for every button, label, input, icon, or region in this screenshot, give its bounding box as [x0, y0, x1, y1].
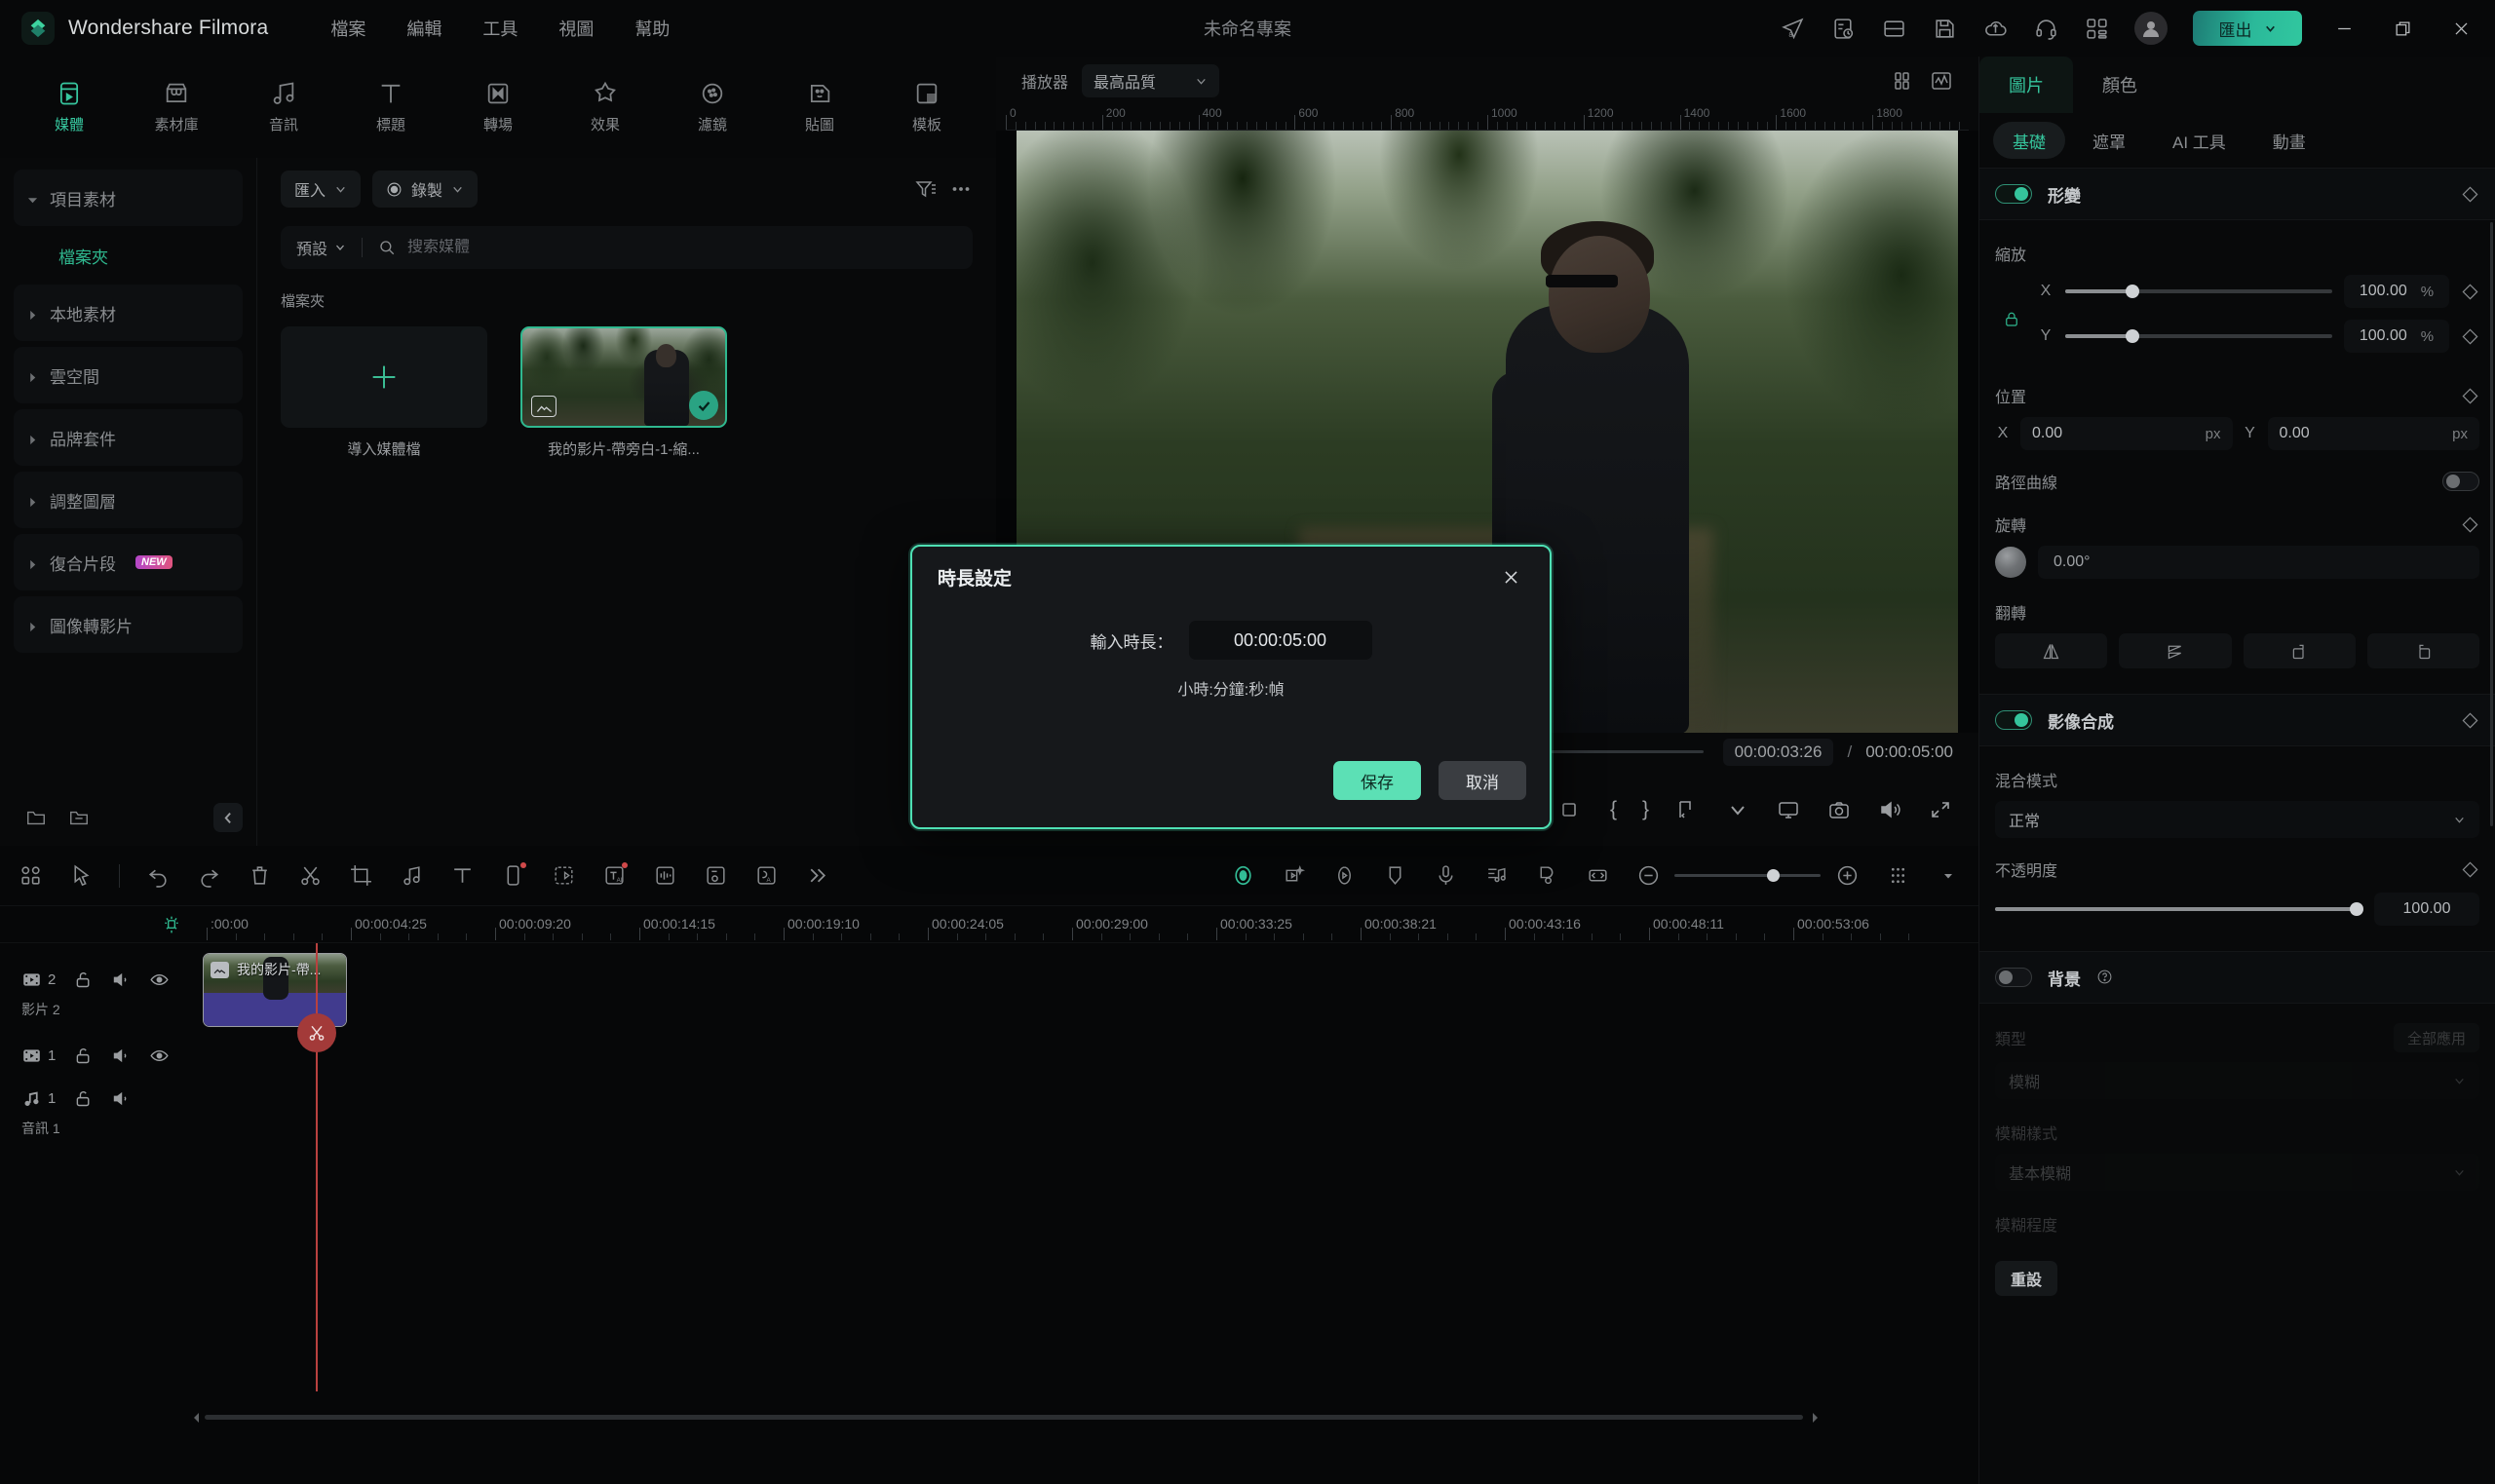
duration-setting-dialog: 時長設定 輸入時長： 00:00:05:00 小時:分鐘:秒:幀 保存 取消 [910, 545, 1552, 829]
cancel-button[interactable]: 取消 [1439, 761, 1526, 800]
duration-format-hint: 小時:分鐘:秒:幀 [1177, 682, 1285, 699]
filmora-app-window: Wondershare Filmora 檔案 編輯 工具 視圖 幫助 未命名專案… [0, 0, 2495, 1484]
close-icon[interactable] [1497, 563, 1524, 590]
dialog-buttons: 保存 取消 [1333, 761, 1526, 800]
save-button[interactable]: 保存 [1333, 761, 1421, 800]
dialog-header: 時長設定 [912, 547, 1550, 607]
dialog-title: 時長設定 [938, 568, 1013, 590]
duration-input[interactable]: 00:00:05:00 [1188, 621, 1372, 660]
duration-field-label: 輸入時長： [1090, 632, 1173, 652]
duration-field-row: 輸入時長： 00:00:05:00 [912, 621, 1550, 660]
